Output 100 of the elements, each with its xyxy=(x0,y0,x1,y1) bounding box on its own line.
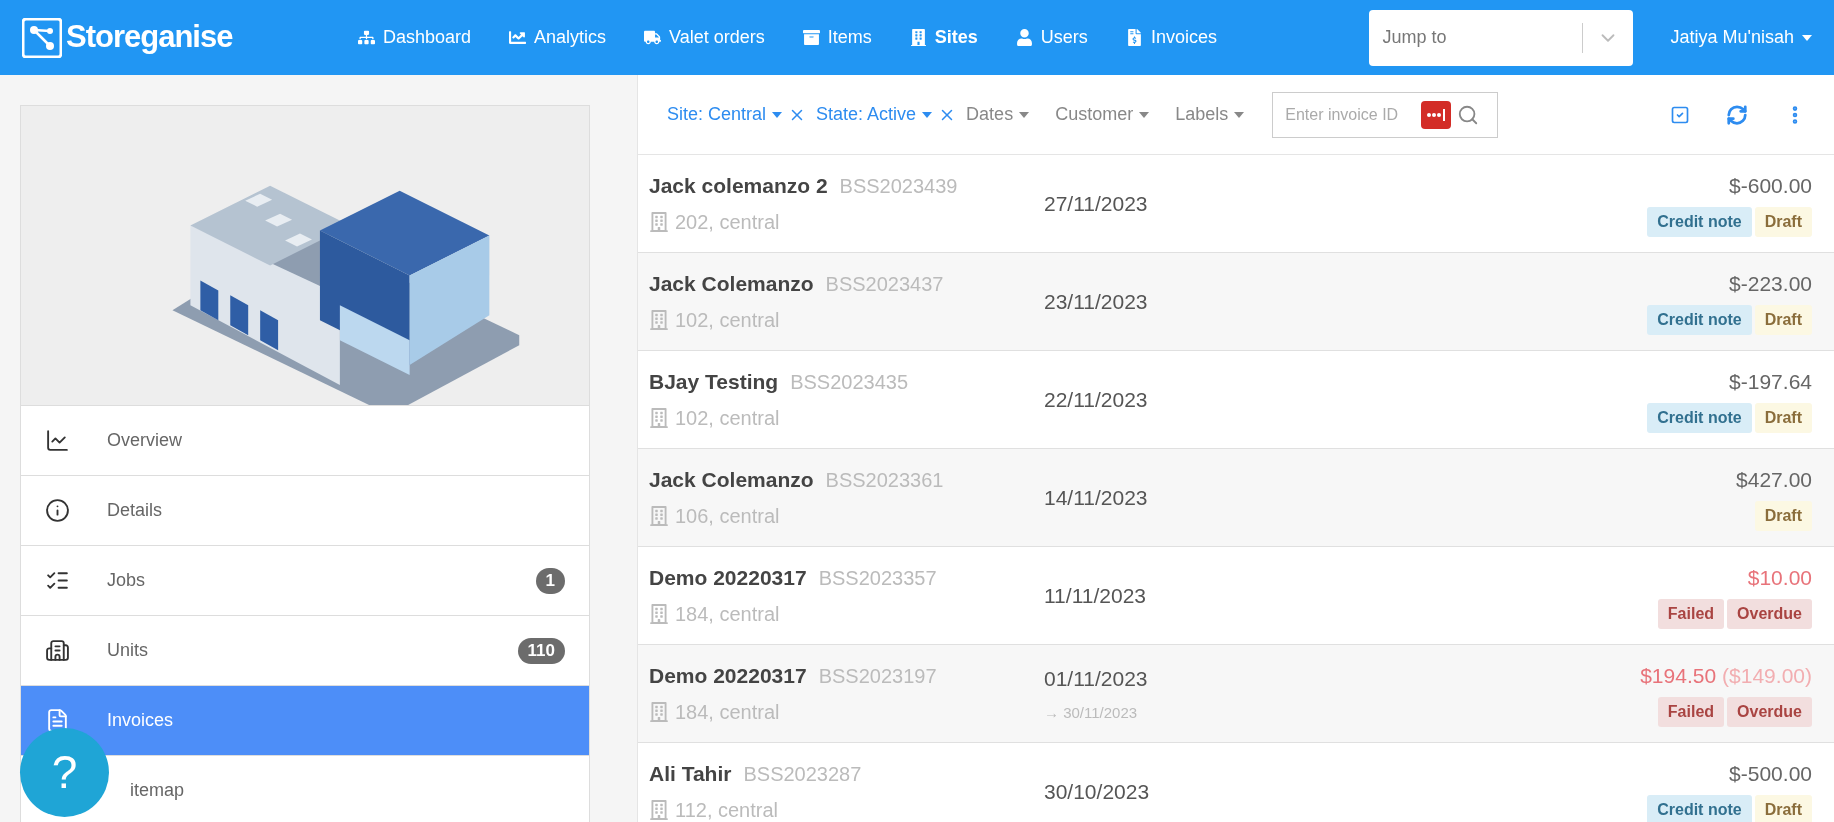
invoice-number: BSS2023361 xyxy=(825,467,944,493)
caret-icon xyxy=(922,111,933,118)
invoice-row[interactable]: Jack Colemanzo BSS2023437 102, central 23/11/2023 $-223.00 Credit note Draft xyxy=(638,253,1834,351)
invoice-date: 22/11/2023 xyxy=(1044,386,1148,413)
select-checkbox-icon[interactable] xyxy=(1670,104,1690,125)
unit-location: 184, central xyxy=(675,700,780,726)
line-chart-icon xyxy=(45,428,70,453)
sidebar-item[interactable]: itemap xyxy=(130,777,185,804)
caret-icon xyxy=(1019,111,1030,118)
amount-note: ($149.00) xyxy=(1722,662,1812,689)
invoice-amount: $-600.00 xyxy=(1729,172,1812,199)
logo-text: Storeganise xyxy=(66,18,233,57)
customer-name: Jack Colemanzo xyxy=(649,270,814,297)
status-badge: Credit note xyxy=(1647,795,1752,822)
caret-icon xyxy=(1234,111,1245,118)
nav-link[interactable]: Analytics xyxy=(509,24,607,51)
invoice-amount: $-500.00 xyxy=(1729,760,1812,787)
nav-link[interactable]: Invoices xyxy=(1125,24,1217,51)
building-icon xyxy=(649,310,669,331)
invoice-number: BSS2023357 xyxy=(818,565,937,591)
filter-dropdown[interactable]: Dates xyxy=(966,101,1030,128)
count-badge: 110 xyxy=(517,637,565,664)
customer-name: Ali Tahir xyxy=(649,760,732,787)
sidebar-item[interactable]: Details xyxy=(21,476,589,546)
user-menu[interactable]: Jatiya Mu'nisah xyxy=(1670,24,1812,51)
status-badge: Credit note xyxy=(1647,305,1752,336)
filter-dropdown[interactable]: Labels xyxy=(1175,101,1245,128)
search-icon[interactable] xyxy=(1457,103,1480,126)
info-icon xyxy=(45,498,70,523)
unit-location: 102, central xyxy=(675,406,780,432)
invoice-date: 14/11/2023 xyxy=(1044,484,1148,511)
jump-to-select[interactable]: Jump to xyxy=(1368,9,1633,66)
status-badge: Draft xyxy=(1754,207,1812,238)
building-icon xyxy=(45,638,70,663)
invoice-number: BSS2023439 xyxy=(839,173,958,199)
user-icon xyxy=(1015,29,1033,46)
sidebar-item[interactable]: Jobs 1 xyxy=(21,546,589,616)
unit-location: 184, central xyxy=(675,602,780,628)
invoice-date: 30/10/2023 xyxy=(1044,778,1150,805)
status-badge: Draft xyxy=(1754,501,1812,532)
invoice-date: 01/11/2023 xyxy=(1044,665,1148,692)
building-icon xyxy=(649,506,669,527)
sitemap-icon xyxy=(358,29,375,46)
invoice-number: BSS2023197 xyxy=(818,663,937,689)
truck-icon xyxy=(644,29,662,46)
nav-link[interactable]: Valet orders xyxy=(644,24,765,51)
customer-name: Jack colemanzo 2 xyxy=(649,172,828,199)
customer-name: Jack Colemanzo xyxy=(649,466,814,493)
unit-location: 202, central xyxy=(675,210,780,236)
invoice-row[interactable]: Demo 20220317 BSS2023197 184, central 01/11/2023 → 30/11/2023 $194.50 ($149.00) Failed Overdue xyxy=(638,645,1834,743)
customer-name: Demo 20220317 xyxy=(649,564,807,591)
invoice-amount: $-223.00 xyxy=(1729,270,1812,297)
building-icon xyxy=(649,702,669,723)
line-chart-icon xyxy=(509,29,527,46)
due-date: → 30/11/2023 xyxy=(1044,703,1139,723)
status-badge: Draft xyxy=(1754,305,1812,336)
building-icon xyxy=(649,212,669,233)
caret-icon xyxy=(1802,34,1812,41)
invoice-amount: $-197.64 xyxy=(1729,368,1812,395)
invoice-date: 11/11/2023 xyxy=(1044,582,1146,609)
status-badge: Draft xyxy=(1754,795,1812,822)
nav-link[interactable]: Items xyxy=(802,24,872,51)
search-field[interactable]: Enter invoice ID xyxy=(1285,102,1416,127)
status-badge: Credit note xyxy=(1647,207,1752,238)
invoice-row[interactable]: Jack Colemanzo BSS2023361 106, central 14/11/2023 $427.00 Draft xyxy=(638,449,1834,547)
invoice-icon xyxy=(1125,29,1143,46)
filter-dropdown[interactable]: State: Active xyxy=(816,101,933,128)
caret-icon xyxy=(772,111,783,118)
building-icon xyxy=(649,408,669,429)
unit-location: 112, central xyxy=(675,798,779,822)
invoice-number: BSS2023437 xyxy=(825,271,944,297)
sidebar-item[interactable]: Overview xyxy=(21,406,589,476)
unit-location: 106, central xyxy=(675,504,780,530)
filter-dropdown[interactable]: Customer xyxy=(1055,101,1150,128)
status-badge: Failed xyxy=(1657,599,1725,630)
refresh-icon[interactable] xyxy=(1726,103,1748,126)
customer-name: BJay Testing xyxy=(649,368,779,395)
building-icon xyxy=(649,800,669,821)
status-badge: Draft xyxy=(1754,403,1812,434)
sidebar-item[interactable]: Invoices xyxy=(21,686,589,756)
invoice-date: 23/11/2023 xyxy=(1044,288,1148,315)
nav-link[interactable]: Users xyxy=(1015,24,1088,51)
count-badge: 1 xyxy=(535,567,565,594)
invoice-icon xyxy=(45,708,70,733)
building-icon xyxy=(909,29,927,46)
unit-location: 102, central xyxy=(675,308,780,334)
invoice-number: BSS2023435 xyxy=(790,369,909,395)
search-box[interactable]: Enter invoice ID xyxy=(1272,91,1499,138)
invoice-amount: $194.50 xyxy=(1640,662,1717,689)
nav-link[interactable]: Sites xyxy=(909,24,978,51)
box-icon xyxy=(802,29,820,46)
password-manager-icon[interactable] xyxy=(1421,100,1452,129)
invoice-amount: $427.00 xyxy=(1736,466,1812,493)
invoice-date: 27/11/2023 xyxy=(1044,190,1148,217)
filter-dropdown[interactable]: Site: Central xyxy=(667,101,783,128)
status-badge: Overdue xyxy=(1727,697,1812,728)
invoice-amount: $10.00 xyxy=(1747,564,1812,591)
building-icon xyxy=(649,604,669,625)
logo-icon xyxy=(22,17,62,58)
nav-link[interactable]: Dashboard xyxy=(358,24,472,51)
